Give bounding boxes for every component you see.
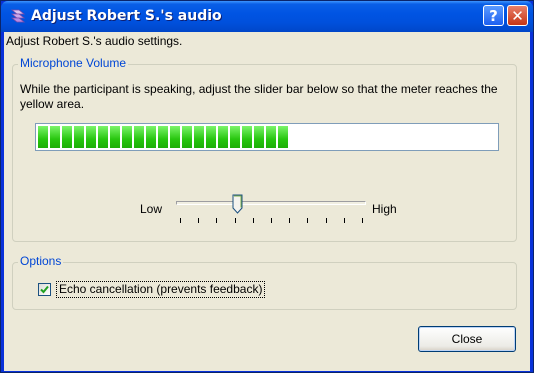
instructions-text: While the participant is speaking, adjus… [20,82,498,111]
meter-segment [146,126,156,148]
meter-segment [86,126,96,148]
close-icon: ✕ [511,6,524,25]
slider-tick [180,218,181,223]
meter-segment [74,126,84,148]
meter-segment [266,126,276,148]
meter-segment [182,126,192,148]
meter-segment [230,126,240,148]
slider-tick [343,218,345,223]
meter-segment [218,126,228,148]
title-bar[interactable]: Adjust Robert S.'s audio ? ✕ [1,1,533,32]
slider-tick [252,218,254,223]
slider-tick [289,218,291,223]
slider-tick [362,218,363,223]
meter-segment [122,126,132,148]
meter-segment [170,126,180,148]
slider-tick [198,218,200,223]
slider-high-label: High [372,202,397,216]
intro-text: Adjust Robert S.'s audio settings. [6,34,183,48]
slider-tick [216,218,218,223]
meter-segment [50,126,60,148]
meter-segment [158,126,168,148]
meter-segment [62,126,72,148]
slider-tick [271,218,272,223]
help-icon: ? [489,6,498,25]
meter-segment [194,126,204,148]
volume-meter [35,123,499,151]
meter-segment [98,126,108,148]
meter-segment [38,126,48,148]
audio-app-icon [10,9,26,23]
echo-cancellation-checkbox[interactable] [38,283,51,296]
slider-tick [234,218,236,223]
slider-low-label: Low [140,202,163,216]
meter-segment [254,126,264,148]
help-button[interactable]: ? [483,5,504,26]
slider-tick [325,218,327,223]
meter-segment [134,126,144,148]
window-title: Adjust Robert S.'s audio [31,8,222,24]
microphone-volume-label: Microphone Volume [18,56,129,70]
volume-slider-track[interactable] [176,201,366,205]
meter-segment [278,126,288,148]
meter-segment [206,126,216,148]
volume-slider-thumb[interactable] [232,194,243,214]
meter-segment [242,126,252,148]
volume-meter-fill [38,126,288,148]
window-close-button[interactable]: ✕ [507,5,528,26]
slider-tick [307,218,309,223]
close-button[interactable]: Close [418,326,516,352]
checkmark-icon [40,285,49,294]
options-label: Options [18,254,64,268]
echo-cancellation-label[interactable]: Echo cancellation (prevents feedback) [56,281,266,298]
meter-segment [110,126,120,148]
